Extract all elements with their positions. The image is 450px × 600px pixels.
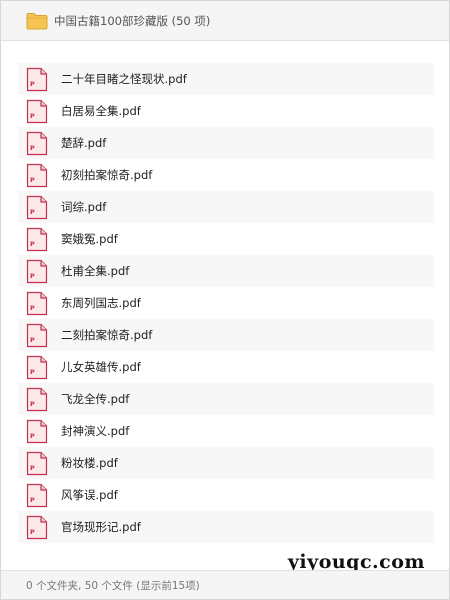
svg-text:P: P [30, 80, 35, 88]
file-row[interactable]: P 初刻拍案惊奇.pdf [18, 159, 434, 191]
folder-header: 中国古籍100部珍藏版 (50 项) [1, 1, 449, 41]
file-name: 初刻拍案惊奇.pdf [61, 168, 153, 182]
svg-text:P: P [30, 272, 35, 280]
pdf-file-icon: P [26, 195, 48, 219]
pdf-file-icon: P [26, 419, 48, 443]
pdf-file-icon: P [26, 227, 48, 251]
svg-text:P: P [30, 432, 35, 440]
file-list: P 二十年目睹之怪现状.pdf P 白居易全集.pdf P 楚辞.pdf P 初刻拍案惊奇.p… [18, 63, 434, 543]
svg-text:P: P [30, 240, 35, 248]
file-name: 词综.pdf [61, 200, 107, 214]
file-row[interactable]: P 封神演义.pdf [18, 415, 434, 447]
file-name: 风筝误.pdf [61, 488, 118, 502]
file-row[interactable]: P 官场现形记.pdf [18, 511, 434, 543]
pdf-file-icon: P [26, 67, 48, 91]
svg-text:P: P [30, 496, 35, 504]
file-name: 窦娥冤.pdf [61, 232, 118, 246]
pdf-file-icon: P [26, 355, 48, 379]
status-bar: 0 个文件夹, 50 个文件 (显示前15项) [1, 570, 449, 599]
file-name: 官场现形记.pdf [61, 520, 141, 534]
folder-icon [26, 12, 48, 29]
file-row[interactable]: P 白居易全集.pdf [18, 95, 434, 127]
file-name: 二十年目睹之怪现状.pdf [61, 72, 187, 86]
file-row[interactable]: P 楚辞.pdf [18, 127, 434, 159]
svg-text:P: P [30, 176, 35, 184]
file-row[interactable]: P 窦娥冤.pdf [18, 223, 434, 255]
file-row[interactable]: P 东周列国志.pdf [18, 287, 434, 319]
pdf-file-icon: P [26, 451, 48, 475]
file-row[interactable]: P 二刻拍案惊奇.pdf [18, 319, 434, 351]
svg-text:P: P [30, 400, 35, 408]
file-name: 飞龙全传.pdf [61, 392, 130, 406]
file-name: 楚辞.pdf [61, 136, 107, 150]
file-row[interactable]: P 飞龙全传.pdf [18, 383, 434, 415]
file-name: 东周列国志.pdf [61, 296, 141, 310]
pdf-file-icon: P [26, 387, 48, 411]
svg-text:P: P [30, 304, 35, 312]
pdf-file-icon: P [26, 483, 48, 507]
svg-text:P: P [30, 144, 35, 152]
pdf-file-icon: P [26, 259, 48, 283]
file-row[interactable]: P 二十年目睹之怪现状.pdf [18, 63, 434, 95]
pdf-file-icon: P [26, 323, 48, 347]
file-row[interactable]: P 粉妆楼.pdf [18, 447, 434, 479]
folder-title: 中国古籍100部珍藏版 (50 项) [54, 13, 211, 28]
file-row[interactable]: P 风筝误.pdf [18, 479, 434, 511]
svg-text:P: P [30, 112, 35, 120]
file-name: 儿女英雄传.pdf [61, 360, 141, 374]
pdf-file-icon: P [26, 291, 48, 315]
file-row[interactable]: P 词综.pdf [18, 191, 434, 223]
svg-text:P: P [30, 336, 35, 344]
svg-text:P: P [30, 528, 35, 536]
svg-text:P: P [30, 368, 35, 376]
file-name: 二刻拍案惊奇.pdf [61, 328, 153, 342]
svg-text:P: P [30, 464, 35, 472]
pdf-file-icon: P [26, 99, 48, 123]
file-name: 粉妆楼.pdf [61, 456, 118, 470]
file-name: 杜甫全集.pdf [61, 264, 130, 278]
pdf-file-icon: P [26, 163, 48, 187]
file-name: 封神演义.pdf [61, 424, 130, 438]
pdf-file-icon: P [26, 131, 48, 155]
status-text: 0 个文件夹, 50 个文件 (显示前15项) [26, 579, 200, 592]
file-name: 白居易全集.pdf [61, 104, 141, 118]
pdf-file-icon: P [26, 515, 48, 539]
svg-text:P: P [30, 208, 35, 216]
file-row[interactable]: P 杜甫全集.pdf [18, 255, 434, 287]
file-list-window: 中国古籍100部珍藏版 (50 项) P 二十年目睹之怪现状.pdf P 白居易全集.… [0, 0, 450, 600]
file-row[interactable]: P 儿女英雄传.pdf [18, 351, 434, 383]
